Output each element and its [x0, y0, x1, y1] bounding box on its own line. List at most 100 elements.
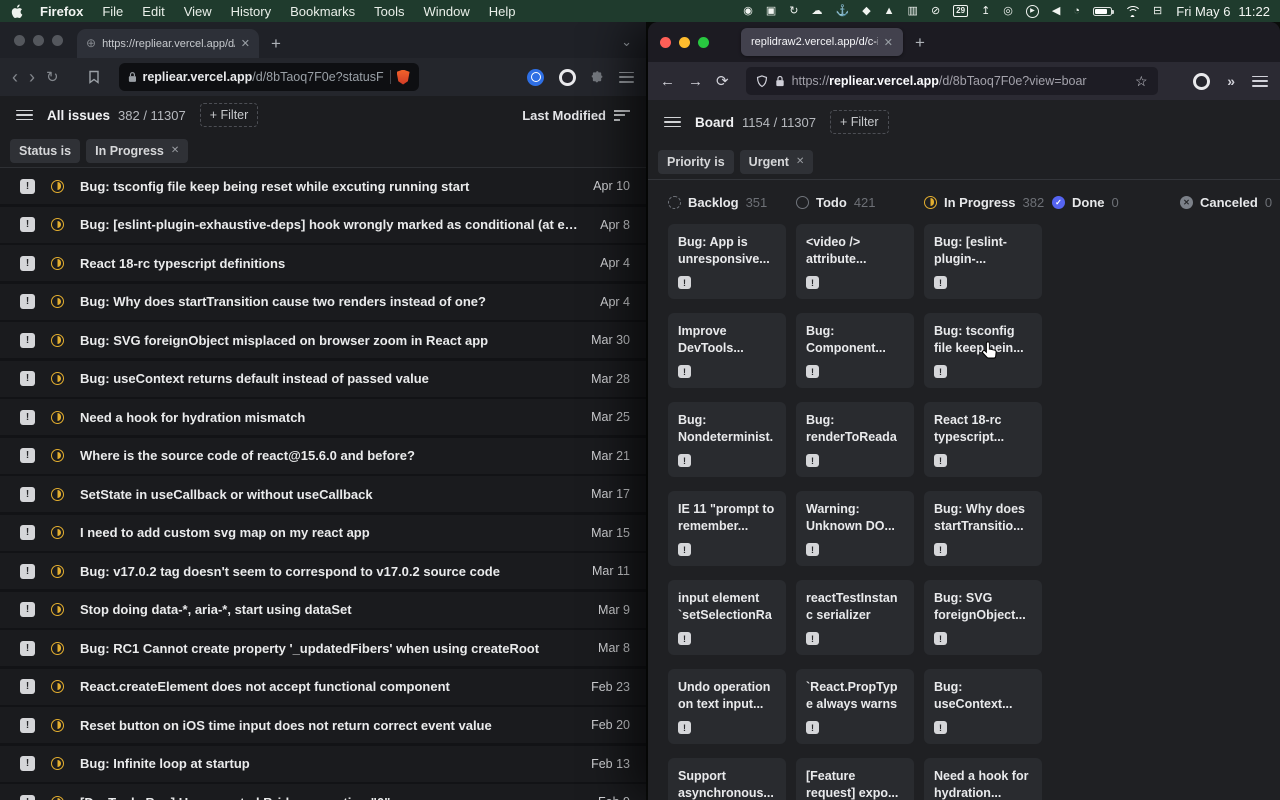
menu-tools[interactable]: Tools	[374, 4, 404, 19]
board-card[interactable]: [Feature request] expo...!	[796, 758, 914, 800]
board-card[interactable]: Bug: [eslint- plugin-...!	[924, 224, 1042, 299]
dropbox-icon[interactable]: ◆	[862, 5, 870, 17]
cloud-icon[interactable]: ☁	[811, 5, 822, 17]
time-machine-icon[interactable]: ◔	[1073, 5, 1080, 17]
board-card[interactable]: Bug: App is unresponsive...!	[668, 224, 786, 299]
bookmark-icon[interactable]	[88, 70, 100, 84]
close-tab-icon[interactable]: ✕	[884, 36, 893, 49]
board-card[interactable]: `React.PropType always warns ab!	[796, 669, 914, 744]
board-card[interactable]: Improve DevTools...!	[668, 313, 786, 388]
issue-row[interactable]: !Stop doing data-*, aria-*, start using …	[0, 592, 646, 628]
board-card[interactable]: Support asynchronous...!	[668, 758, 786, 800]
browser-tab[interactable]: replidraw2.vercel.app/d/c-iZpq ✕	[741, 28, 903, 56]
minimize-window-button[interactable]	[33, 35, 44, 46]
reload-button[interactable]: ⟳	[716, 74, 729, 89]
zoom-window-button[interactable]	[52, 35, 63, 46]
volume-icon[interactable]: ◀	[1052, 5, 1060, 17]
board-card[interactable]: Bug: useContext...!	[924, 669, 1042, 744]
overflow-menu-icon[interactable]: »	[1227, 73, 1235, 89]
issue-row[interactable]: !SetState in useCallback or without useC…	[0, 476, 646, 512]
back-button[interactable]: ‹	[12, 70, 18, 85]
reload-button[interactable]: ↻	[46, 70, 59, 85]
issue-row[interactable]: !Bug: SVG foreignObject misplaced on bro…	[0, 322, 646, 358]
board-card[interactable]: <video /> attribute...!	[796, 224, 914, 299]
sort-icon[interactable]	[614, 110, 630, 121]
menu-history[interactable]: History	[231, 4, 271, 19]
brave-shield-icon[interactable]	[397, 70, 410, 85]
issue-row[interactable]: !I need to add custom svg map on my reac…	[0, 515, 646, 551]
zoom-window-button[interactable]	[698, 37, 709, 48]
board-card[interactable]: IE 11 "prompt to remember...!	[668, 491, 786, 566]
filter-field-chip[interactable]: Status is	[10, 139, 80, 163]
board-card[interactable]: Bug: tsconfig file keep bein...!	[924, 313, 1042, 388]
bookmark-star-icon[interactable]: ☆	[1135, 73, 1148, 90]
camera-icon[interactable]: ▣	[766, 5, 776, 17]
board-card[interactable]: Need a hook for hydration...!	[924, 758, 1042, 800]
add-filter-button[interactable]: + Filter	[830, 110, 889, 134]
clean-my-mac-icon[interactable]: ↥	[981, 5, 990, 17]
issue-row[interactable]: !Bug: v17.0.2 tag doesn't seem to corres…	[0, 553, 646, 589]
record-icon[interactable]: ◉	[743, 5, 753, 17]
board-card[interactable]: Bug: SVG foreignObject...!	[924, 580, 1042, 655]
docker-icon[interactable]: ⚓	[835, 5, 849, 17]
menu-file[interactable]: File	[102, 4, 123, 19]
close-tab-icon[interactable]: ✕	[241, 37, 250, 50]
issue-row[interactable]: !Bug: useContext returns default instead…	[0, 361, 646, 397]
add-filter-button[interactable]: + Filter	[200, 103, 259, 127]
minimize-window-button[interactable]	[679, 37, 690, 48]
menu-window[interactable]: Window	[424, 4, 470, 19]
sidebar-menu-icon[interactable]	[16, 110, 33, 121]
issue-row[interactable]: !Where is the source code of react@15.6.…	[0, 438, 646, 474]
browser-menu-icon[interactable]	[619, 72, 634, 83]
issue-row[interactable]: !Need a hook for hydration mismatchMar 2…	[0, 399, 646, 435]
menu-clock[interactable]: Fri May 6 11:22	[1176, 4, 1270, 19]
issue-row[interactable]: !Bug: tsconfig file keep being reset whi…	[0, 168, 646, 204]
menu-edit[interactable]: Edit	[142, 4, 164, 19]
menu-bookmarks[interactable]: Bookmarks	[290, 4, 355, 19]
board-card[interactable]: Warning: Unknown DO...!	[796, 491, 914, 566]
menu-view[interactable]: View	[184, 4, 212, 19]
board-card[interactable]: Bug: renderToReadab!	[796, 402, 914, 477]
address-bar[interactable]: repliear.vercel.app/d/8bTaoq7F0e?statusF…	[119, 63, 419, 91]
menu-help[interactable]: Help	[489, 4, 516, 19]
close-window-button[interactable]	[660, 37, 671, 48]
forward-button[interactable]: ›	[29, 70, 35, 85]
remove-filter-icon[interactable]: ✕	[796, 156, 804, 167]
warp-icon[interactable]: ▲	[884, 5, 895, 17]
board-card[interactable]: Bug: Component...!	[796, 313, 914, 388]
address-bar[interactable]: https://repliear.vercel.app/d/8bTaoq7F0e…	[746, 67, 1158, 95]
wifi-icon[interactable]	[1125, 6, 1140, 17]
github-extension-icon[interactable]	[559, 69, 576, 86]
issue-row[interactable]: !Bug: Why does startTransition cause two…	[0, 284, 646, 320]
board-card[interactable]: input element `setSelectionRa!	[668, 580, 786, 655]
board-card[interactable]: reactTestInstanc serializer!	[796, 580, 914, 655]
filter-value-chip[interactable]: Urgent ✕	[740, 150, 814, 174]
board-card[interactable]: React 18-rc typescript...!	[924, 402, 1042, 477]
back-button[interactable]: ←	[660, 74, 675, 89]
issue-row[interactable]: !Bug: RC1 Cannot create property '_updat…	[0, 630, 646, 666]
extensions-puzzle-icon[interactable]	[591, 71, 604, 84]
issue-row[interactable]: !Reset button on iOS time input does not…	[0, 707, 646, 743]
calendar-icon[interactable]: 29	[953, 5, 968, 17]
hand-mirror-icon[interactable]: ↻	[789, 5, 798, 17]
tab-list-chevron-icon[interactable]: ⌄	[621, 34, 632, 50]
browser-tab[interactable]: ⊕ https://repliear.vercel.app/d/8b ✕	[77, 29, 259, 58]
issue-row[interactable]: !React.createElement does not accept fun…	[0, 669, 646, 705]
filter-field-chip[interactable]: Priority is	[658, 150, 734, 174]
issue-row[interactable]: !React 18-rc typescript definitionsApr 4	[0, 245, 646, 281]
one-blocker-icon[interactable]: ⊘	[931, 5, 940, 17]
issue-row[interactable]: !Bug: Infinite loop at startupFeb 13	[0, 746, 646, 782]
menu-firefox[interactable]: Firefox	[40, 4, 83, 19]
forward-button[interactable]: →	[688, 74, 703, 89]
github-extension-icon[interactable]	[1193, 73, 1210, 90]
shortcuts-icon[interactable]: ◎	[1003, 5, 1013, 17]
sidebar-menu-icon[interactable]	[664, 117, 681, 128]
issue-row[interactable]: ![DevTools Bug] Unsupported Bridge opera…	[0, 784, 646, 800]
onepassword-extension-icon[interactable]	[527, 69, 544, 86]
sort-order-label[interactable]: Last Modified	[522, 108, 606, 123]
browser-menu-icon[interactable]	[1252, 76, 1268, 87]
battery-icon[interactable]	[1093, 7, 1112, 16]
close-window-button[interactable]	[14, 35, 25, 46]
new-tab-button[interactable]: +	[271, 35, 281, 52]
play-circle-icon[interactable]: ▶	[1026, 5, 1039, 18]
